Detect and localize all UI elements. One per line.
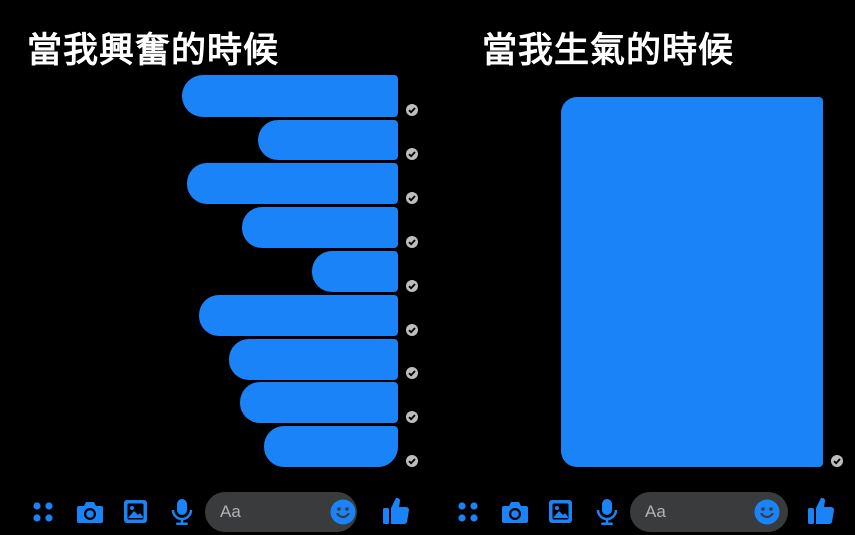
image-icon[interactable]	[548, 499, 573, 524]
sent-check-icon	[831, 455, 843, 467]
apps-icon[interactable]	[32, 501, 54, 523]
large-message-bubble[interactable]	[561, 97, 823, 467]
camera-icon[interactable]	[501, 500, 529, 524]
mic-icon[interactable]	[171, 498, 193, 526]
apps-icon[interactable]	[457, 501, 479, 523]
sent-check-icon	[406, 104, 418, 116]
emoji-icon[interactable]	[754, 499, 780, 525]
emoji-icon[interactable]	[330, 499, 356, 525]
sent-check-icon	[406, 280, 418, 292]
camera-icon[interactable]	[76, 500, 104, 524]
sent-check-icon	[406, 148, 418, 160]
message-bubble[interactable]	[182, 75, 398, 117]
thumbs-up-icon[interactable]	[382, 496, 410, 526]
message-input-placeholder: Aa	[645, 502, 666, 521]
message-bubble[interactable]	[240, 382, 398, 423]
sent-check-icon	[406, 324, 418, 336]
thumbs-up-icon[interactable]	[807, 496, 835, 526]
message-bubble[interactable]	[312, 251, 398, 292]
left-panel-title: 當我興奮的時候	[27, 31, 280, 71]
message-input[interactable]: Aa	[205, 492, 357, 532]
right-panel-title: 當我生氣的時候	[482, 31, 735, 71]
message-input[interactable]: Aa	[630, 492, 788, 532]
sent-check-icon	[406, 455, 418, 467]
sent-check-icon	[406, 367, 418, 379]
message-bubble[interactable]	[258, 120, 398, 160]
sent-check-icon	[406, 236, 418, 248]
message-bubble[interactable]	[242, 207, 398, 248]
message-input-placeholder: Aa	[220, 502, 241, 521]
mic-icon[interactable]	[596, 498, 618, 526]
message-bubble[interactable]	[199, 295, 398, 336]
sent-check-icon	[406, 411, 418, 423]
message-bubble[interactable]	[264, 426, 398, 467]
image-icon[interactable]	[123, 499, 148, 524]
sent-check-icon	[406, 192, 418, 204]
message-bubble[interactable]	[229, 339, 398, 380]
message-bubble[interactable]	[187, 163, 398, 204]
